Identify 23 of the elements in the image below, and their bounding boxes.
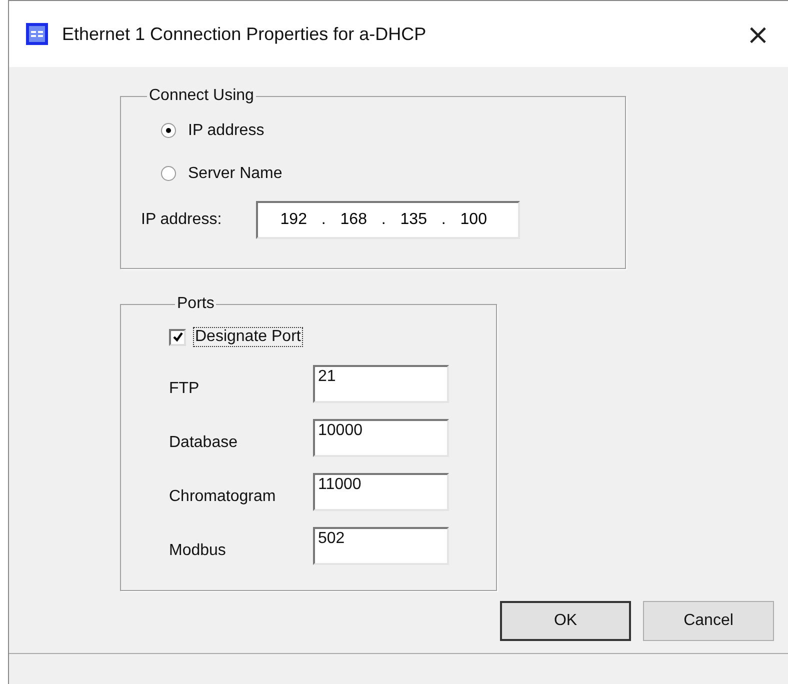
field-label: Database (169, 434, 238, 452)
port-field[interactable]: 502 (313, 527, 449, 565)
close-button[interactable]: × (728, 9, 788, 59)
field-label: IP address: (141, 211, 222, 229)
cancel-button[interactable]: Cancel (643, 601, 774, 641)
group-title: Ports (176, 295, 216, 313)
radio-label: IP address (188, 122, 264, 140)
field-label: Modbus (169, 542, 227, 560)
window-icon (26, 23, 48, 45)
field-label: FTP (169, 380, 200, 398)
port-field[interactable]: 10000 (313, 419, 449, 457)
radio-button[interactable] (161, 166, 176, 181)
checkbox[interactable] (169, 328, 186, 346)
radio-label: Server Name (188, 164, 282, 182)
window-title: Ethernet 1 Connection Properties for a-DHCP (62, 24, 428, 44)
port-field[interactable]: 21 (313, 365, 449, 403)
checkbox-label: Designate Port (194, 328, 302, 346)
ok-button[interactable]: OK (500, 601, 631, 641)
port-field[interactable]: 11000 (313, 473, 449, 511)
field-label: Chromatogram (169, 488, 277, 506)
group-title: Connect Using (148, 87, 255, 105)
ip-address-field[interactable]: 192 . 168 . 135 . 100 (256, 201, 520, 239)
radio-button[interactable] (161, 123, 176, 138)
